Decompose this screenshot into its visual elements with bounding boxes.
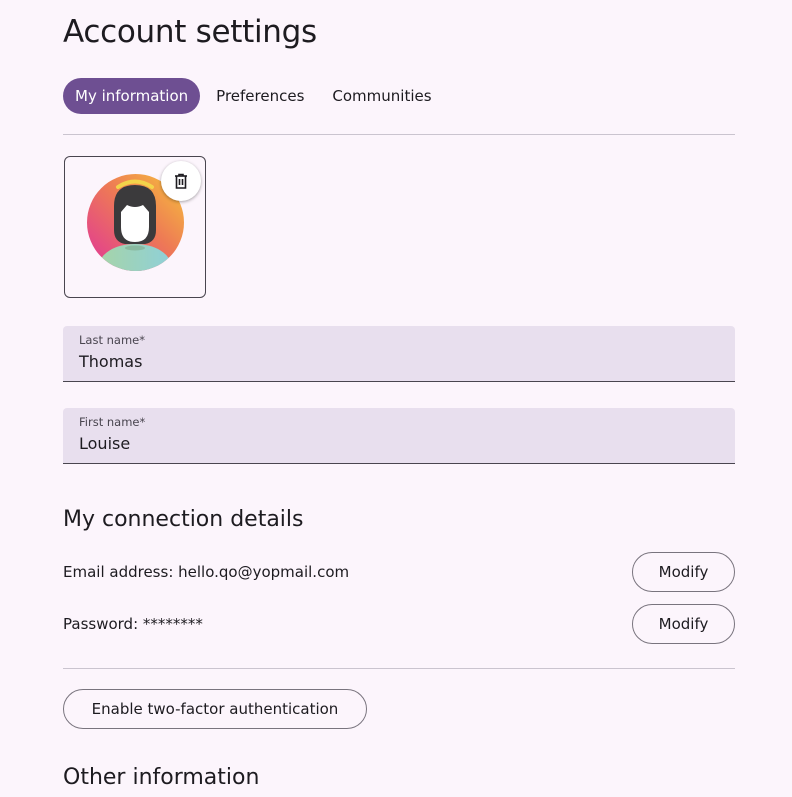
enable-two-factor-button[interactable]: Enable two-factor authentication (63, 689, 367, 729)
delete-avatar-button[interactable] (161, 161, 201, 201)
modify-email-button[interactable]: Modify (632, 552, 735, 592)
email-address-text: Email address: hello.qo@yopmail.com (63, 563, 350, 581)
tab-communities[interactable]: Communities (320, 78, 443, 114)
last-name-input[interactable]: Thomas (79, 352, 142, 371)
tabs-divider (63, 134, 735, 135)
password-text: Password: ******** (63, 615, 203, 633)
last-name-field[interactable]: Last name* Thomas (63, 326, 735, 382)
avatar-card[interactable] (64, 156, 206, 298)
trash-icon (175, 173, 187, 189)
page-title: Account settings (63, 14, 317, 50)
last-name-label: Last name* (79, 333, 145, 347)
first-name-label: First name* (79, 415, 146, 429)
account-settings-page: Account settings My information Preferen… (0, 0, 792, 797)
section-divider (63, 668, 735, 669)
first-name-field[interactable]: First name* Louise (63, 408, 735, 464)
other-information-title: Other information (63, 765, 260, 790)
tab-preferences[interactable]: Preferences (204, 78, 316, 114)
modify-password-button[interactable]: Modify (632, 604, 735, 644)
tab-my-information[interactable]: My information (63, 78, 201, 114)
first-name-input[interactable]: Louise (79, 434, 130, 453)
connection-details-title: My connection details (63, 507, 304, 532)
tab-bar: My information Preferences Communities (63, 78, 448, 114)
